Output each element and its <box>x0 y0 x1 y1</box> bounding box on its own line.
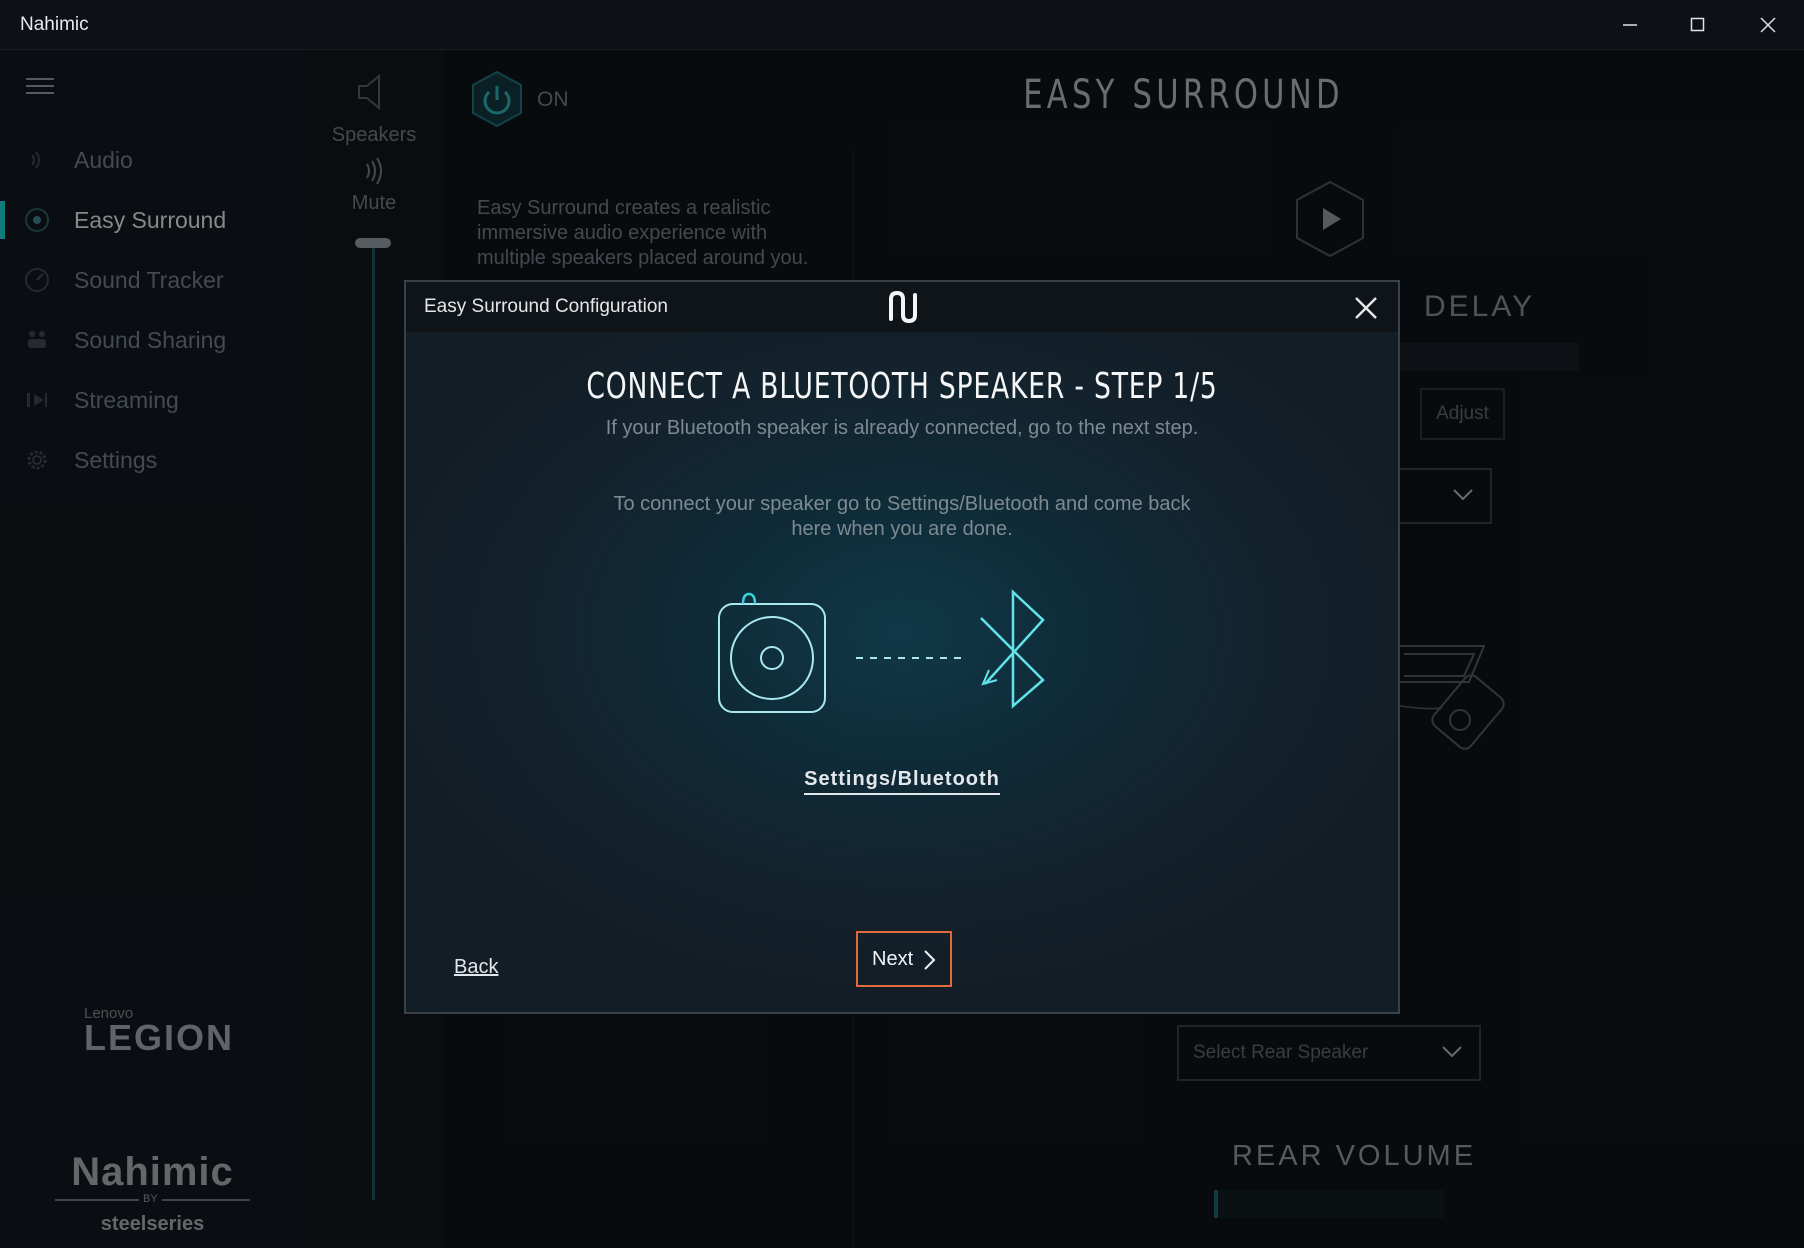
title-bar: Nahimic <box>0 0 1804 50</box>
minimize-icon <box>1623 24 1637 26</box>
close-window-button[interactable] <box>1733 0 1803 50</box>
close-dialog-icon[interactable] <box>1350 292 1382 324</box>
dialog-title: Easy Surround Configuration <box>424 296 668 317</box>
close-icon <box>1760 17 1776 33</box>
step-title: CONNECT A BLUETOOTH SPEAKER - STEP 1/5 <box>586 366 1218 407</box>
maximize-button[interactable] <box>1663 0 1733 50</box>
minimize-button[interactable] <box>1595 0 1665 50</box>
settings-bluetooth-link-wrap: Settings/Bluetooth <box>406 768 1398 795</box>
maximize-icon <box>1690 17 1705 32</box>
instruction-already-connected: If your Bluetooth speaker is already con… <box>605 417 1199 439</box>
bluetooth-icon <box>980 589 1045 709</box>
dialog-header: Easy Surround Configuration <box>406 282 1398 332</box>
instruction-connect: To connect your speaker go to Settings/B… <box>613 493 1191 540</box>
next-button[interactable]: Next <box>856 931 952 987</box>
back-link[interactable]: Back <box>454 956 498 979</box>
next-button-label: Next <box>872 948 914 970</box>
bluetooth-pairing-illustration <box>718 589 1045 713</box>
nahimic-logo-icon <box>889 290 917 324</box>
app-title: Nahimic <box>20 14 89 35</box>
chevron-right-icon <box>924 950 936 970</box>
speaker-device-icon <box>718 592 826 713</box>
settings-bluetooth-link[interactable]: Settings/Bluetooth <box>804 768 1000 795</box>
easy-surround-config-dialog: Easy Surround Configuration CONNECT A BL… <box>404 280 1400 1014</box>
